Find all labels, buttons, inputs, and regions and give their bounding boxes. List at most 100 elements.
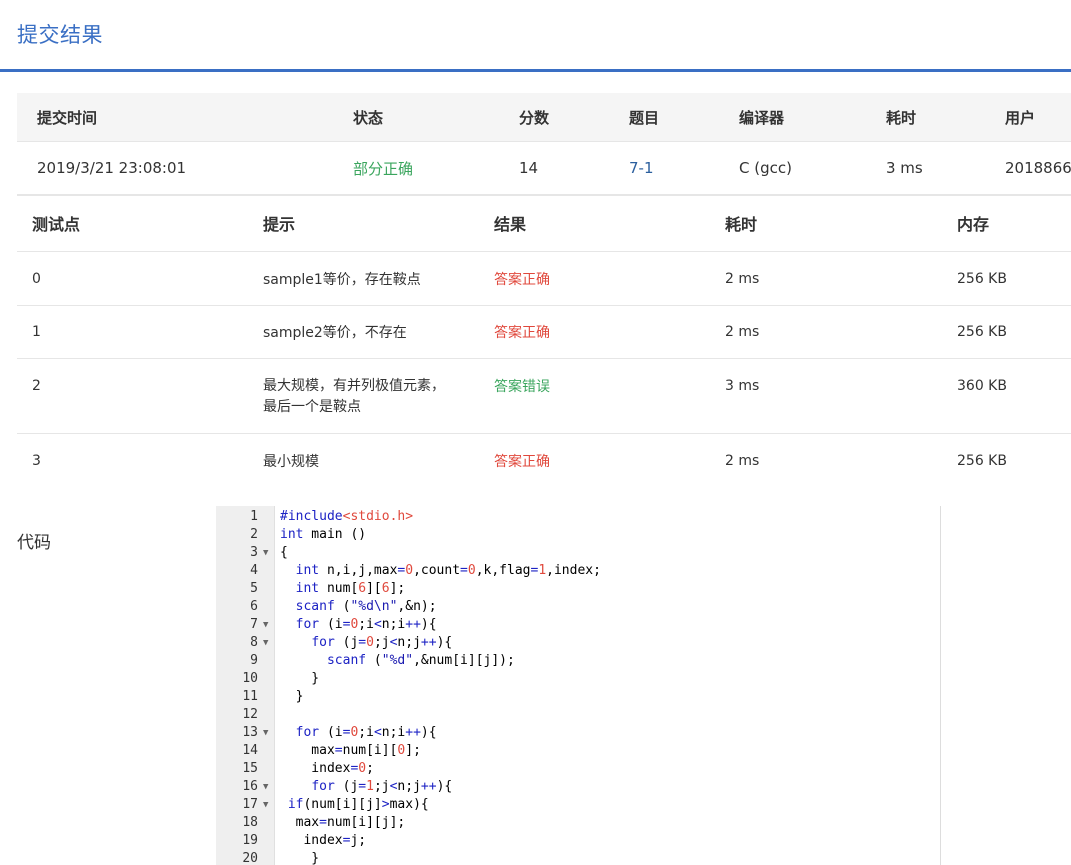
line-number: 17: [242, 797, 258, 812]
code-line: 19 index=j;: [216, 832, 940, 850]
page-header: 提交结果: [0, 0, 1071, 72]
code-text: for (j=1;j<n;j++){: [311, 779, 453, 794]
line-number: 7: [250, 617, 258, 632]
code-line: 6 scanf ("%d\n",&n);: [216, 598, 940, 616]
line-number: 4: [250, 563, 258, 578]
test-memory: 256 KB: [957, 452, 1007, 469]
status-badge: 部分正确: [353, 159, 414, 178]
fold-toggle-icon[interactable]: ▼: [263, 778, 268, 796]
test-memory: 256 KB: [957, 324, 1007, 340]
code-line: 12: [216, 706, 940, 724]
line-number: 10: [242, 671, 258, 686]
duration-value: 3 ms: [886, 159, 923, 177]
header-user: 用户: [1005, 108, 1036, 127]
code-line: 15 index=0;: [216, 760, 940, 778]
fold-toggle-icon[interactable]: ▼: [263, 616, 268, 634]
test-memory: 360 KB: [957, 377, 1007, 394]
header-submit-time: 提交时间: [37, 108, 98, 127]
code-text: {: [280, 545, 288, 560]
code-text: scanf ("%d\n",&n);: [295, 599, 437, 614]
table-row: 0 sample1等价，存在鞍点 答案正确 2 ms 256 KB: [17, 252, 1071, 306]
score-value: 14: [519, 159, 539, 177]
line-number: 15: [242, 761, 258, 776]
line-number: 20: [242, 851, 258, 865]
test-id: 0: [32, 270, 41, 287]
code-line: 18 max=num[i][j];: [216, 814, 940, 832]
code-line: 9 scanf ("%d",&num[i][j]);: [216, 652, 940, 670]
line-number: 1: [250, 509, 258, 524]
line-number: 18: [242, 815, 258, 830]
test-time: 2 ms: [725, 324, 760, 340]
code-text: for (i=0;i<n;i++){: [295, 617, 437, 632]
header-time: 耗时: [725, 215, 758, 234]
code-text: }: [280, 689, 304, 704]
header-score: 分数: [519, 108, 550, 127]
line-number: 16: [242, 779, 258, 794]
line-number: 13: [242, 725, 258, 740]
code-line: 13 ▼ for (i=0;i<n;i++){: [216, 724, 940, 742]
code-text: }: [280, 671, 320, 686]
code-line: 16 ▼ for (j=1;j<n;j++){: [216, 778, 940, 796]
code-line: 4 int n,i,j,max=0,count=0,k,flag=1,index…: [216, 562, 940, 580]
code-line: 20 }: [216, 850, 940, 865]
fold-toggle-icon[interactable]: ▼: [263, 796, 268, 814]
test-time: 3 ms: [725, 377, 760, 394]
table-row: 1 sample2等价，不存在 答案正确 2 ms 256 KB: [17, 306, 1071, 359]
code-text: #include<stdio.h>: [280, 509, 414, 524]
submission-row: 2019/3/21 23:08:01 部分正确 14 7-1 C (gcc) 3…: [17, 142, 1071, 196]
header-memory: 内存: [957, 215, 990, 234]
fold-toggle-icon[interactable]: ▼: [263, 634, 268, 652]
fold-toggle-icon[interactable]: ▼: [263, 544, 268, 562]
test-time: 2 ms: [725, 452, 760, 469]
test-id: 3: [32, 452, 41, 469]
compiler-value: C (gcc): [739, 159, 792, 177]
code-line: 14 max=num[i][0];: [216, 742, 940, 760]
test-hint-line: 最后一个是鞍点: [263, 399, 361, 415]
code-text: for (j=0;j<n;j++){: [311, 635, 453, 650]
table-row: 2 最大规模，有并列极值元素， 最后一个是鞍点 答案错误 3 ms 360 KB: [17, 359, 1071, 434]
line-number: 2: [250, 527, 258, 542]
test-hint: 最大规模，有并列极值元素， 最后一个是鞍点: [263, 376, 445, 418]
test-time: 2 ms: [725, 270, 760, 287]
code-label: 代码: [17, 533, 51, 553]
code-editor[interactable]: 1 #include<stdio.h> 2 int main () 3 ▼ {4 int n…: [216, 506, 941, 865]
code-text: int num[6][6];: [295, 581, 406, 596]
code-text: index=0;: [280, 761, 374, 776]
test-memory: 256 KB: [957, 270, 1007, 287]
header-result: 结果: [494, 215, 527, 234]
test-table-header: 测试点 提示 结果 耗时 内存: [17, 195, 1071, 252]
problem-link[interactable]: 7-1: [629, 142, 654, 194]
code-text: scanf ("%d",&num[i][j]);: [326, 653, 515, 668]
test-hint-line: 最大规模，有并列极值元素，: [263, 378, 445, 394]
line-number: 5: [250, 581, 258, 596]
line-number: 9: [250, 653, 258, 668]
test-case-table: 测试点 提示 结果 耗时 内存 0 sample1等价，存在鞍点 答案正确 2 …: [17, 195, 1071, 487]
table-row: 3 最小规模 答案正确 2 ms 256 KB: [17, 434, 1071, 487]
line-number: 14: [242, 743, 258, 758]
code-text: if(num[i][j]>max){: [287, 797, 429, 812]
code-text: max=num[i][j];: [280, 815, 406, 830]
line-number: 19: [242, 833, 258, 848]
submission-table-header: 提交时间 状态 分数 题目 编译器 耗时 用户: [17, 93, 1071, 142]
test-hint: sample2等价，不存在: [263, 325, 407, 341]
test-id: 2: [32, 377, 41, 394]
line-number: 3: [250, 545, 258, 560]
code-line: 17 ▼ if(num[i][j]>max){: [216, 796, 940, 814]
code-line: 7 ▼ for (i=0;i<n;i++){: [216, 616, 940, 634]
test-result: 答案错误: [494, 378, 550, 395]
code-text: index=j;: [280, 833, 367, 848]
header-compiler: 编译器: [739, 108, 785, 127]
code-text: int main (): [280, 527, 367, 542]
fold-toggle-icon[interactable]: ▼: [263, 724, 268, 742]
header-hint: 提示: [263, 215, 296, 234]
test-hint: 最小规模: [263, 453, 319, 470]
header-status: 状态: [353, 108, 384, 127]
page-title: 提交结果: [17, 23, 103, 47]
test-result: 答案正确: [494, 325, 550, 341]
line-number: 8: [250, 635, 258, 650]
code-line: 1 #include<stdio.h>: [216, 508, 940, 526]
user-value: 2018866: [1005, 159, 1071, 177]
header-duration: 耗时: [886, 108, 917, 127]
code-text: for (i=0;i<n;i++){: [295, 725, 437, 740]
code-line: 2 int main (): [216, 526, 940, 544]
